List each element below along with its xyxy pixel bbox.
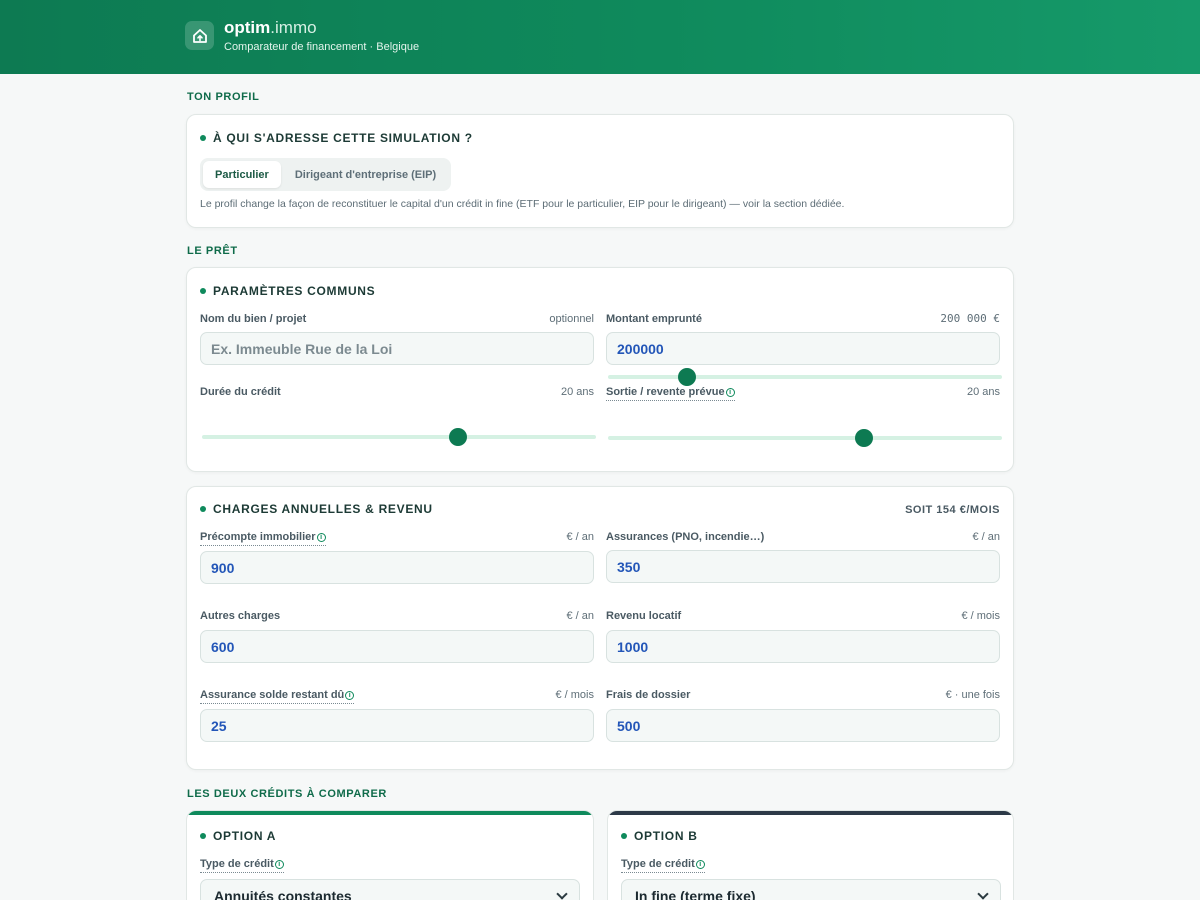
rent-label: Revenu locatif [606,610,682,622]
app-header: optim.immo Comparateur de financement · … [0,0,1200,74]
loan-amount-slider[interactable] [608,368,1002,386]
option-b-accent-bar [608,811,1013,815]
option-a-type-value: Annuités constantes [214,887,352,900]
slider-track [608,375,1002,379]
insurance-input[interactable]: 350 [606,550,1000,583]
option-b-type-label-text: Type de crédit [621,858,695,870]
chevron-down-icon [556,887,568,900]
option-a-type-select[interactable]: Annuités constantes [200,879,580,900]
info-icon[interactable]: i [274,860,284,869]
ssrd-label[interactable]: Assurance solde restant dû i [200,689,355,704]
loan-amount-input[interactable]: 200000 [606,332,1000,365]
slider-thumb[interactable] [449,428,468,446]
profile-help-text: Le profil change la façon de reconstitue… [200,198,845,210]
brand-name: optim [224,18,271,37]
loan-card: PARAMÈTRES COMMUNS Nom du bien / projet … [186,267,1014,472]
option-a-type-label[interactable]: Type de crédit i [200,858,284,873]
brand-suffix: .immo [270,18,317,37]
duration-label: Durée du crédit [200,386,281,398]
profile-option-dirigeant[interactable]: Dirigeant d'entreprise (EIP) [283,161,448,188]
option-b-type-label[interactable]: Type de crédit i [621,858,705,873]
ssrd-unit: € / mois [555,689,594,701]
exit-slider[interactable] [608,429,1002,447]
option-b-title: OPTION B [621,829,698,843]
house-logo-icon [185,21,214,50]
info-icon[interactable]: i [316,533,326,542]
info-icon[interactable]: i [725,388,735,397]
bullet-dot-icon [200,288,206,294]
option-a-title: OPTION A [200,829,276,843]
section-heading-loan: Le prêt [187,245,238,257]
other-charges-unit: € / an [566,610,594,622]
option-b-type-value: In fine (terme fixe) [635,887,756,900]
exit-label-text: Sortie / revente prévue [606,386,725,398]
option-b-card: OPTION B Type de crédit i In fine (terme … [607,810,1014,900]
option-b-title-text: OPTION B [634,829,698,843]
tax-input[interactable]: 900 [200,551,594,584]
app-tagline: Comparateur de financement · Belgique [224,41,420,53]
profile-toggle: Particulier Dirigeant d'entreprise (EIP) [200,158,452,191]
insurance-unit: € / an [972,531,1000,543]
section-heading-compare: Les deux crédits à comparer [187,788,387,800]
slider-track [202,435,596,439]
other-charges-label: Autres charges [200,610,281,622]
option-a-card: OPTION A Type de crédit i Annuités consta… [186,810,594,900]
fees-unit: € · une fois [945,689,1000,701]
monthly-charges-total: SOIT 154 €/MOIS [905,504,1000,516]
rent-unit: € / mois [961,610,1000,622]
loan-amount-label: Montant emprunté [606,313,702,325]
duration-slider[interactable] [202,428,596,446]
bullet-dot-icon [200,833,206,839]
slider-track [608,436,1002,440]
tax-unit: € / an [566,531,594,543]
fees-label: Frais de dossier [606,689,691,701]
app-brand: optim.immo [224,18,317,38]
tax-label-text: Précompte immobilier [200,531,316,543]
charges-card: CHARGES ANNUELLES & REVENU SOIT 154 €/MO… [186,486,1014,770]
project-name-input[interactable]: Ex. Immeuble Rue de la Loi [200,332,594,365]
duration-value: 20 ans [560,386,594,398]
loan-card-title: PARAMÈTRES COMMUNS [200,284,375,298]
slider-thumb[interactable] [855,429,874,447]
bullet-dot-icon [621,833,627,839]
profile-option-particulier[interactable]: Particulier [203,161,281,188]
rent-input[interactable]: 1000 [606,630,1000,663]
option-b-type-select[interactable]: In fine (terme fixe) [621,879,1001,900]
info-icon[interactable]: i [345,691,355,700]
charges-card-title-text: CHARGES ANNUELLES & REVENU [213,502,433,516]
charges-card-title: CHARGES ANNUELLES & REVENU [200,502,433,516]
bullet-dot-icon [200,135,206,141]
ssrd-label-text: Assurance solde restant dû [200,689,345,701]
chevron-down-icon [977,887,989,900]
tax-label[interactable]: Précompte immobilier i [200,531,326,546]
option-a-type-label-text: Type de crédit [200,858,274,870]
slider-thumb[interactable] [677,368,696,386]
exit-value: 20 ans [966,386,1000,398]
exit-label[interactable]: Sortie / revente prévue i [606,386,735,401]
ssrd-input[interactable]: 25 [200,709,594,742]
insurance-label: Assurances (PNO, incendie…) [606,531,765,543]
option-a-accent-bar [187,811,593,815]
profile-card-title: À QUI S'ADRESSE CETTE SIMULATION ? [200,131,473,145]
section-heading-profile: Ton profil [187,91,260,103]
profile-card-title-text: À QUI S'ADRESSE CETTE SIMULATION ? [213,131,473,145]
bullet-dot-icon [200,506,206,512]
fees-input[interactable]: 500 [606,709,1000,742]
info-icon[interactable]: i [695,860,705,869]
project-name-label: Nom du bien / projet [200,313,307,325]
project-name-hint: optionnel [549,313,594,325]
other-charges-input[interactable]: 600 [200,630,594,663]
option-a-title-text: OPTION A [213,829,277,843]
loan-card-title-text: PARAMÈTRES COMMUNS [213,284,376,298]
loan-amount-display: 200 000 € [940,312,1000,325]
profile-card: À QUI S'ADRESSE CETTE SIMULATION ? Parti… [186,114,1014,228]
